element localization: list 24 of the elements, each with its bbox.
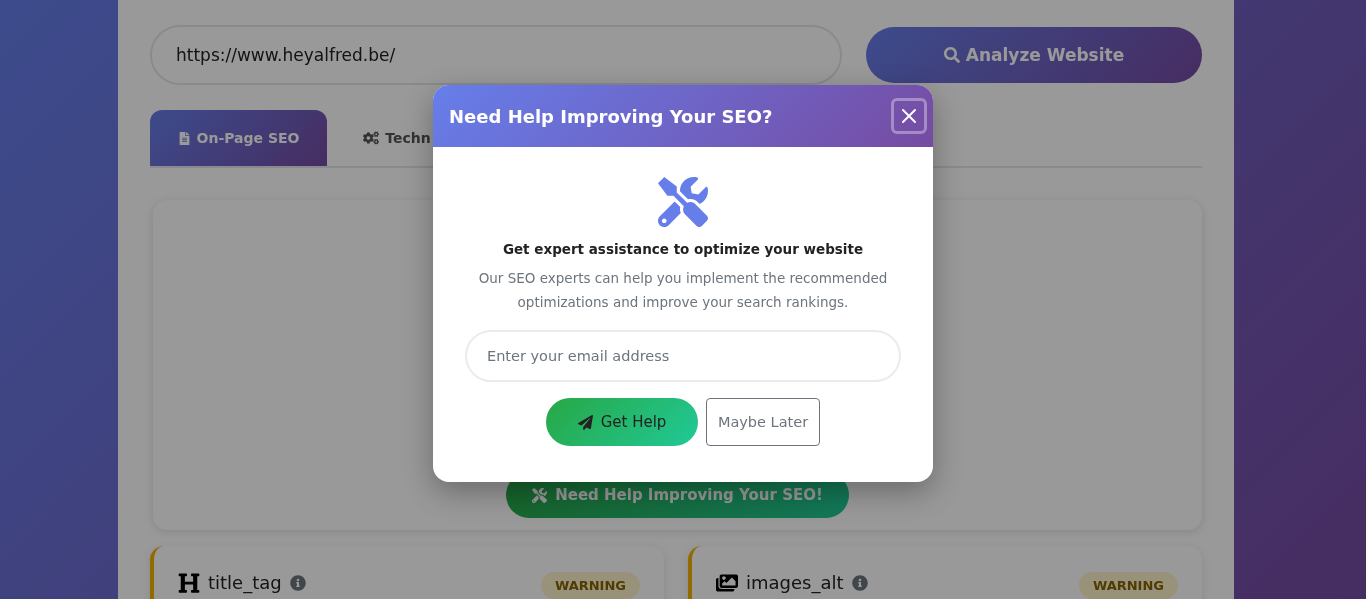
status-badge: WARNING — [1078, 572, 1178, 599]
dialog-text: Our SEO experts can help you implement the recommended optimizations and improve your search rankings. — [477, 269, 889, 312]
maybe-later-button[interactable]: Maybe Later — [706, 398, 820, 446]
tools-icon — [532, 487, 548, 503]
get-help-button[interactable]: Get Help — [546, 398, 698, 446]
check-name: images_alt — [746, 572, 844, 594]
info-icon[interactable] — [851, 575, 868, 591]
status-badge: WARNING — [540, 572, 640, 599]
images-icon — [716, 572, 738, 594]
check-name: title_tag — [208, 572, 282, 594]
heading-icon — [178, 572, 200, 594]
analyze-button[interactable]: Analyze Website — [866, 27, 1202, 83]
gears-icon — [363, 130, 380, 146]
document-icon — [177, 131, 191, 145]
email-field[interactable]: Enter your email address — [465, 330, 901, 382]
dialog-heading: Get expert assistance to optimize your website — [502, 241, 864, 257]
url-field[interactable]: https://www.heyalfred.be/ — [150, 25, 842, 85]
tab[interactable]: On-Page SEO — [150, 110, 327, 166]
tools-icon — [658, 177, 708, 227]
search-icon — [943, 47, 960, 63]
dialog-title: Need Help Improving Your SEO? — [449, 105, 773, 127]
send-icon — [577, 414, 593, 430]
info-icon[interactable] — [289, 575, 306, 591]
close-button[interactable] — [891, 98, 927, 134]
